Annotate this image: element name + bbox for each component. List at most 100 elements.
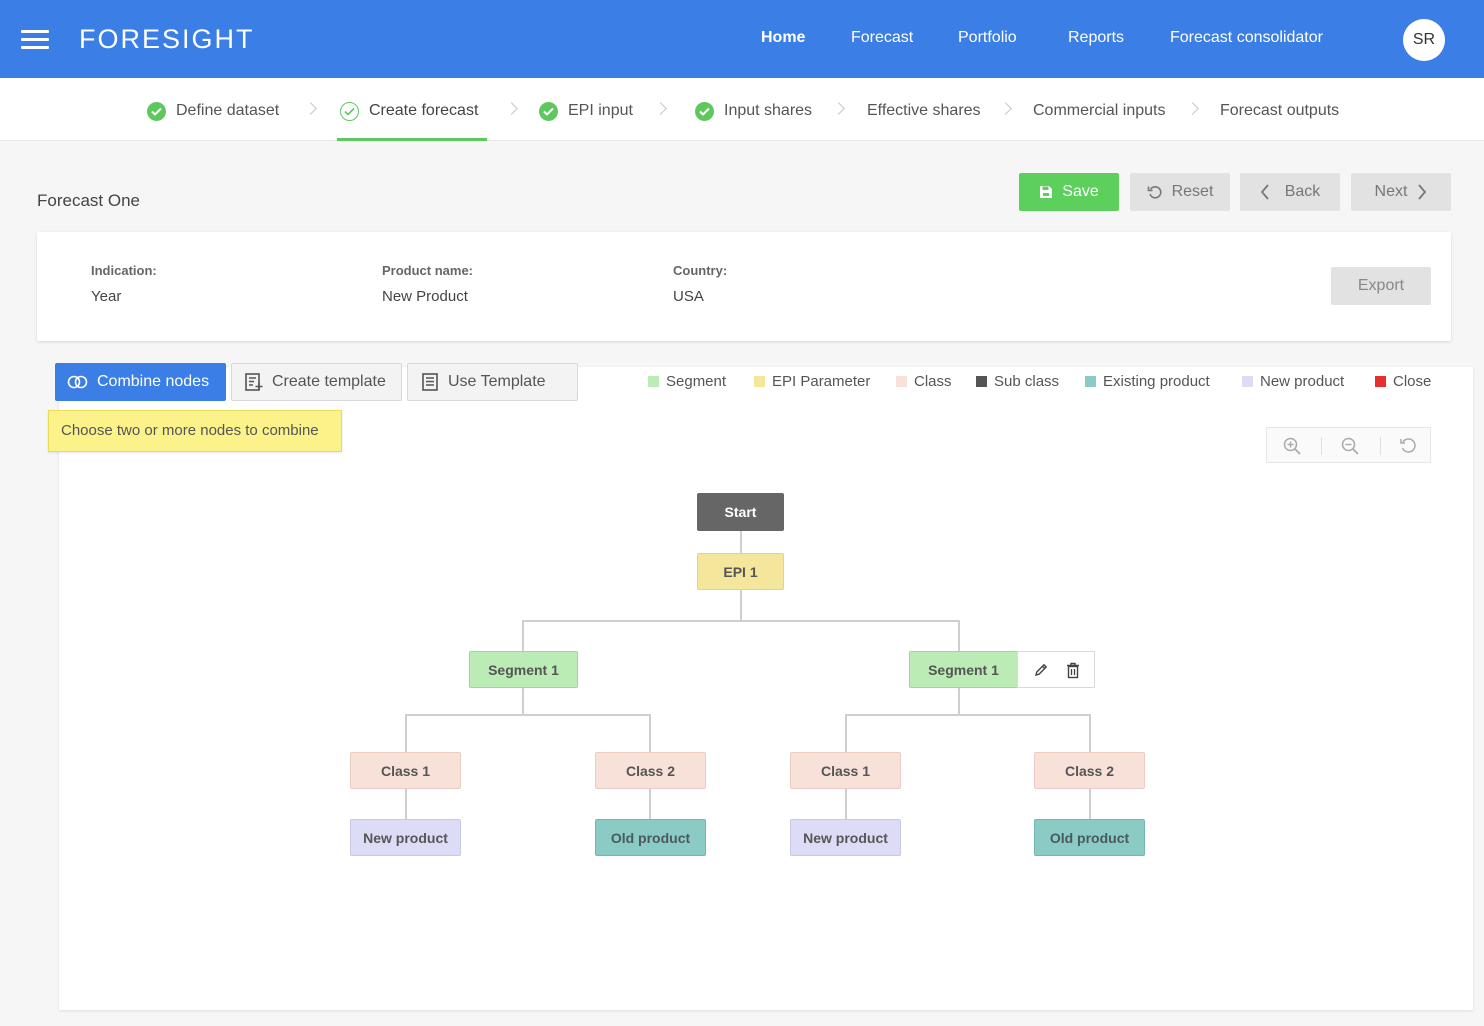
legend-swatch xyxy=(648,376,659,387)
step-label: Define dataset xyxy=(176,102,280,119)
brand-logo: FORESIGHT xyxy=(79,24,255,54)
create-template-button[interactable]: Create template xyxy=(231,363,402,401)
node-class[interactable]: Class 2 xyxy=(1034,752,1145,789)
legend-swatch xyxy=(896,376,907,387)
country-label: Country: xyxy=(673,263,728,278)
save-icon xyxy=(1040,186,1053,198)
step-label: Commercial inputs xyxy=(1033,102,1166,119)
node-new-product[interactable]: New product xyxy=(350,819,461,856)
combine-hint-tooltip: Choose two or more nodes to combine xyxy=(48,410,342,452)
step-input-shares[interactable]: Input shares xyxy=(695,100,812,122)
save-label: Save xyxy=(1062,183,1099,200)
zoom-out-icon[interactable] xyxy=(1338,435,1362,457)
edit-icon[interactable] xyxy=(1031,660,1051,680)
chevron-right-icon xyxy=(1186,102,1199,115)
nav-portfolio[interactable]: Portfolio xyxy=(958,29,1017,47)
node-new-product[interactable]: New product xyxy=(790,819,901,856)
next-label: Next xyxy=(1374,183,1408,200)
node-class[interactable]: Class 1 xyxy=(350,752,461,789)
legend-label: Close xyxy=(1393,373,1432,390)
avatar[interactable]: SR xyxy=(1403,19,1445,61)
node-existing-product[interactable]: Old product xyxy=(1034,819,1145,856)
zoom-divider xyxy=(1321,437,1322,455)
connector xyxy=(649,788,651,819)
legend-label: New product xyxy=(1260,373,1345,390)
chevron-right-icon xyxy=(304,102,317,115)
node-start[interactable]: Start xyxy=(697,493,784,531)
page-title: Forecast One xyxy=(37,191,140,210)
legend-label: Class xyxy=(914,373,952,390)
chevron-left-icon xyxy=(1260,184,1269,200)
step-label: EPI input xyxy=(568,102,633,119)
nav-home[interactable]: Home xyxy=(761,29,805,47)
product-value: New Product xyxy=(382,288,468,305)
legend-close: Close xyxy=(1375,373,1431,390)
connector xyxy=(958,620,960,651)
use-template-label: Use Template xyxy=(448,373,546,390)
node-actions xyxy=(1017,651,1095,688)
connector xyxy=(405,714,651,716)
legend-label: EPI Parameter xyxy=(772,373,871,390)
connector xyxy=(740,590,742,621)
legend-swatch xyxy=(754,376,765,387)
connector xyxy=(522,620,524,651)
legend-swatch xyxy=(1242,376,1253,387)
legend-existing-product: Existing product xyxy=(1085,373,1210,390)
node-existing-product[interactable]: Old product xyxy=(595,819,706,856)
stepper: Define dataset Create forecast EPI input… xyxy=(0,78,1484,141)
check-circle-icon xyxy=(695,101,714,121)
step-effective-shares[interactable]: Effective shares xyxy=(867,100,981,122)
nav-reports[interactable]: Reports xyxy=(1068,29,1124,47)
step-forecast-outputs[interactable]: Forecast outputs xyxy=(1220,100,1339,122)
connector xyxy=(405,788,407,819)
combine-icon xyxy=(67,375,88,389)
nav-forecast-consolidator[interactable]: Forecast consolidator xyxy=(1170,29,1323,47)
country-value: USA xyxy=(673,288,704,305)
legend-segment: Segment xyxy=(648,373,726,390)
step-epi-input[interactable]: EPI input xyxy=(539,100,633,122)
zoom-controls xyxy=(1266,427,1431,463)
legend-swatch xyxy=(1085,376,1096,387)
legend-epi-parameter: EPI Parameter xyxy=(754,373,870,390)
combine-label: Combine nodes xyxy=(97,373,210,390)
node-epi[interactable]: EPI 1 xyxy=(697,553,784,590)
legend-swatch xyxy=(1375,376,1386,387)
chevron-right-icon xyxy=(999,102,1012,115)
connector xyxy=(845,714,1091,716)
reset-button[interactable]: Reset xyxy=(1130,173,1230,211)
next-button[interactable]: Next xyxy=(1351,173,1451,211)
connector xyxy=(740,531,742,553)
back-button[interactable]: Back xyxy=(1240,173,1340,211)
connector xyxy=(845,788,847,819)
node-segment[interactable]: Segment 1 xyxy=(469,651,578,688)
node-segment[interactable]: Segment 1 xyxy=(909,651,1018,688)
connector xyxy=(845,714,847,752)
step-commercial-inputs[interactable]: Commercial inputs xyxy=(1033,100,1165,122)
connector xyxy=(958,687,960,715)
menu-icon[interactable] xyxy=(21,30,49,50)
template-icon xyxy=(422,373,438,391)
combine-nodes-button[interactable]: Combine nodes xyxy=(55,363,226,401)
connector xyxy=(405,714,407,752)
node-class[interactable]: Class 1 xyxy=(790,752,901,789)
connector xyxy=(1089,788,1091,819)
active-step-indicator xyxy=(337,138,487,141)
use-template-button[interactable]: Use Template xyxy=(407,363,578,401)
trash-icon[interactable] xyxy=(1063,660,1083,680)
zoom-in-icon[interactable] xyxy=(1280,435,1304,457)
node-class[interactable]: Class 2 xyxy=(595,752,706,789)
check-circle-outline-icon xyxy=(340,101,359,121)
chevron-right-icon xyxy=(654,102,667,115)
reset-zoom-icon[interactable] xyxy=(1396,435,1420,457)
export-button[interactable]: Export xyxy=(1331,267,1431,305)
legend-sub-class: Sub class xyxy=(976,373,1059,390)
step-define-dataset[interactable]: Define dataset xyxy=(147,100,279,122)
chevron-right-icon xyxy=(832,102,845,115)
legend-label: Existing product xyxy=(1103,373,1210,390)
connector xyxy=(649,714,651,752)
country-field: Country: USA xyxy=(673,263,727,305)
nav-forecast[interactable]: Forecast xyxy=(851,29,913,47)
save-button[interactable]: Save xyxy=(1019,173,1119,211)
step-create-forecast[interactable]: Create forecast xyxy=(340,100,478,122)
step-label: Effective shares xyxy=(867,102,981,119)
